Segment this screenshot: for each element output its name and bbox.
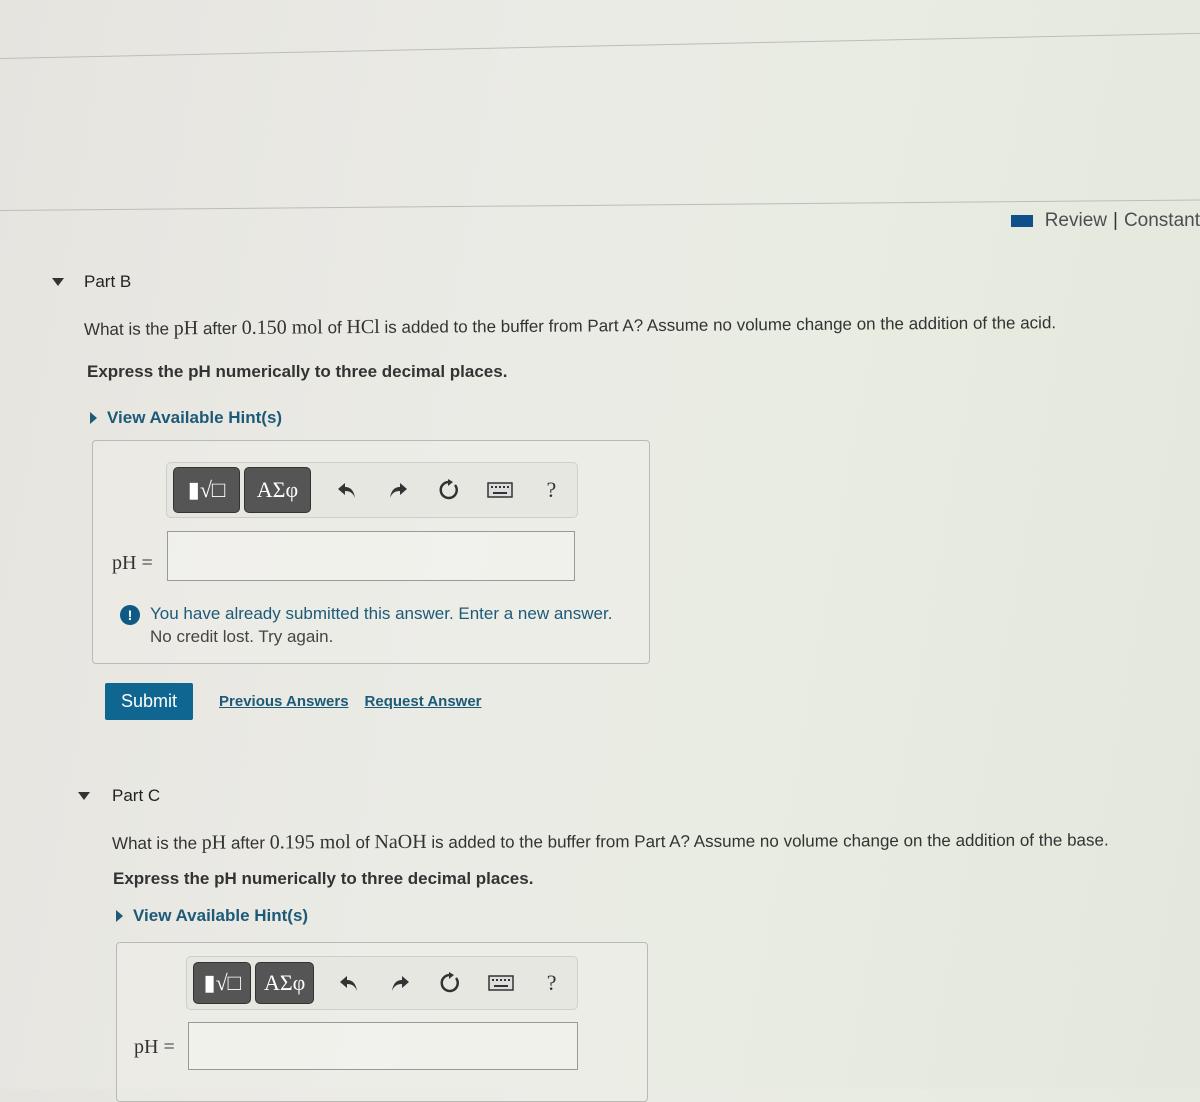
question-text: is added to the buffer from Part A? Assu…: [426, 830, 1109, 852]
math-amount: 0.195 mol: [269, 831, 351, 854]
request-answer-link[interactable]: Request Answer: [365, 693, 482, 710]
reset-icon[interactable]: [425, 972, 476, 994]
math-ph: pH: [201, 831, 227, 854]
question-text: after: [198, 318, 242, 339]
part-b-header[interactable]: Part B: [52, 272, 131, 292]
redo-icon[interactable]: [372, 481, 423, 499]
part-b-answer-label: pH =: [112, 552, 153, 574]
part-b-ph-input[interactable]: [167, 531, 575, 581]
divider: [0, 32, 1200, 59]
part-c-header[interactable]: Part C: [78, 786, 160, 806]
question-text: after: [226, 833, 270, 853]
part-c-instruction: Express the pH numerically to three deci…: [113, 869, 534, 888]
redo-icon[interactable]: [375, 974, 426, 992]
question-text: is added to the buffer from Part A? Assu…: [379, 313, 1057, 337]
part-b-actions: Submit Previous Answers Request Answer: [105, 683, 482, 720]
review-icon: [1010, 215, 1033, 227]
hint-label: View Available Hint(s): [133, 906, 309, 925]
feedback-line-1: You have already submitted this answer. …: [150, 604, 613, 623]
help-button[interactable]: ?: [526, 477, 577, 503]
keyboard-icon[interactable]: [475, 482, 526, 498]
part-b-feedback: ! You have already submitted this answer…: [120, 602, 612, 648]
hint-label: View Available Hint(s): [107, 408, 283, 427]
previous-answers-link[interactable]: Previous Answers: [219, 693, 349, 710]
expand-caret-icon: [90, 412, 97, 424]
part-b-math-toolbar: ▮√□ ΑΣφ ?: [166, 462, 578, 518]
part-c-question: What is the pH after 0.195 mol of NaOH i…: [112, 829, 1109, 855]
math-amount: 0.150 mol: [241, 316, 323, 339]
alert-icon: !: [120, 605, 140, 625]
review-link[interactable]: Review: [1045, 210, 1107, 232]
expand-caret-icon: [116, 910, 123, 922]
math-ph: pH: [173, 317, 199, 340]
part-c-title: Part C: [112, 786, 161, 805]
part-b-title: Part B: [84, 272, 132, 291]
collapse-caret-icon: [78, 792, 90, 800]
header-links: Review | Constant: [1010, 210, 1200, 232]
part-c-math-toolbar: ▮√□ ΑΣφ ?: [186, 956, 578, 1010]
part-c-answer-label: pH =: [134, 1036, 175, 1058]
constants-link[interactable]: Constant: [1124, 210, 1200, 232]
part-c-ph-input[interactable]: [188, 1022, 578, 1070]
math-compound: NaOH: [374, 830, 427, 854]
question-text: What is the: [83, 319, 174, 339]
part-b-instruction: Express the pH numerically to three deci…: [87, 362, 508, 381]
question-text: of: [350, 833, 375, 853]
undo-icon[interactable]: [321, 481, 372, 499]
submit-button[interactable]: Submit: [105, 683, 194, 720]
collapse-caret-icon: [52, 278, 64, 286]
math-compound: HCl: [346, 315, 380, 339]
question-text: What is the: [111, 833, 202, 853]
greek-symbols-button[interactable]: ΑΣφ: [243, 467, 311, 513]
part-c-hint-toggle[interactable]: View Available Hint(s): [116, 906, 308, 926]
separator: |: [1113, 210, 1118, 231]
question-text: of: [322, 318, 347, 338]
feedback-line-2: No credit lost. Try again.: [150, 627, 334, 646]
part-b-hint-toggle[interactable]: View Available Hint(s): [90, 408, 282, 428]
templates-button[interactable]: ▮√□: [173, 467, 240, 513]
greek-symbols-button[interactable]: ΑΣφ: [255, 962, 314, 1004]
help-button[interactable]: ?: [526, 970, 577, 996]
undo-icon[interactable]: [324, 974, 375, 992]
part-b-question: What is the pH after 0.150 mol of HCl is…: [84, 311, 1056, 341]
reset-icon[interactable]: [423, 479, 474, 501]
templates-button[interactable]: ▮√□: [193, 962, 252, 1004]
keyboard-icon[interactable]: [476, 975, 527, 991]
